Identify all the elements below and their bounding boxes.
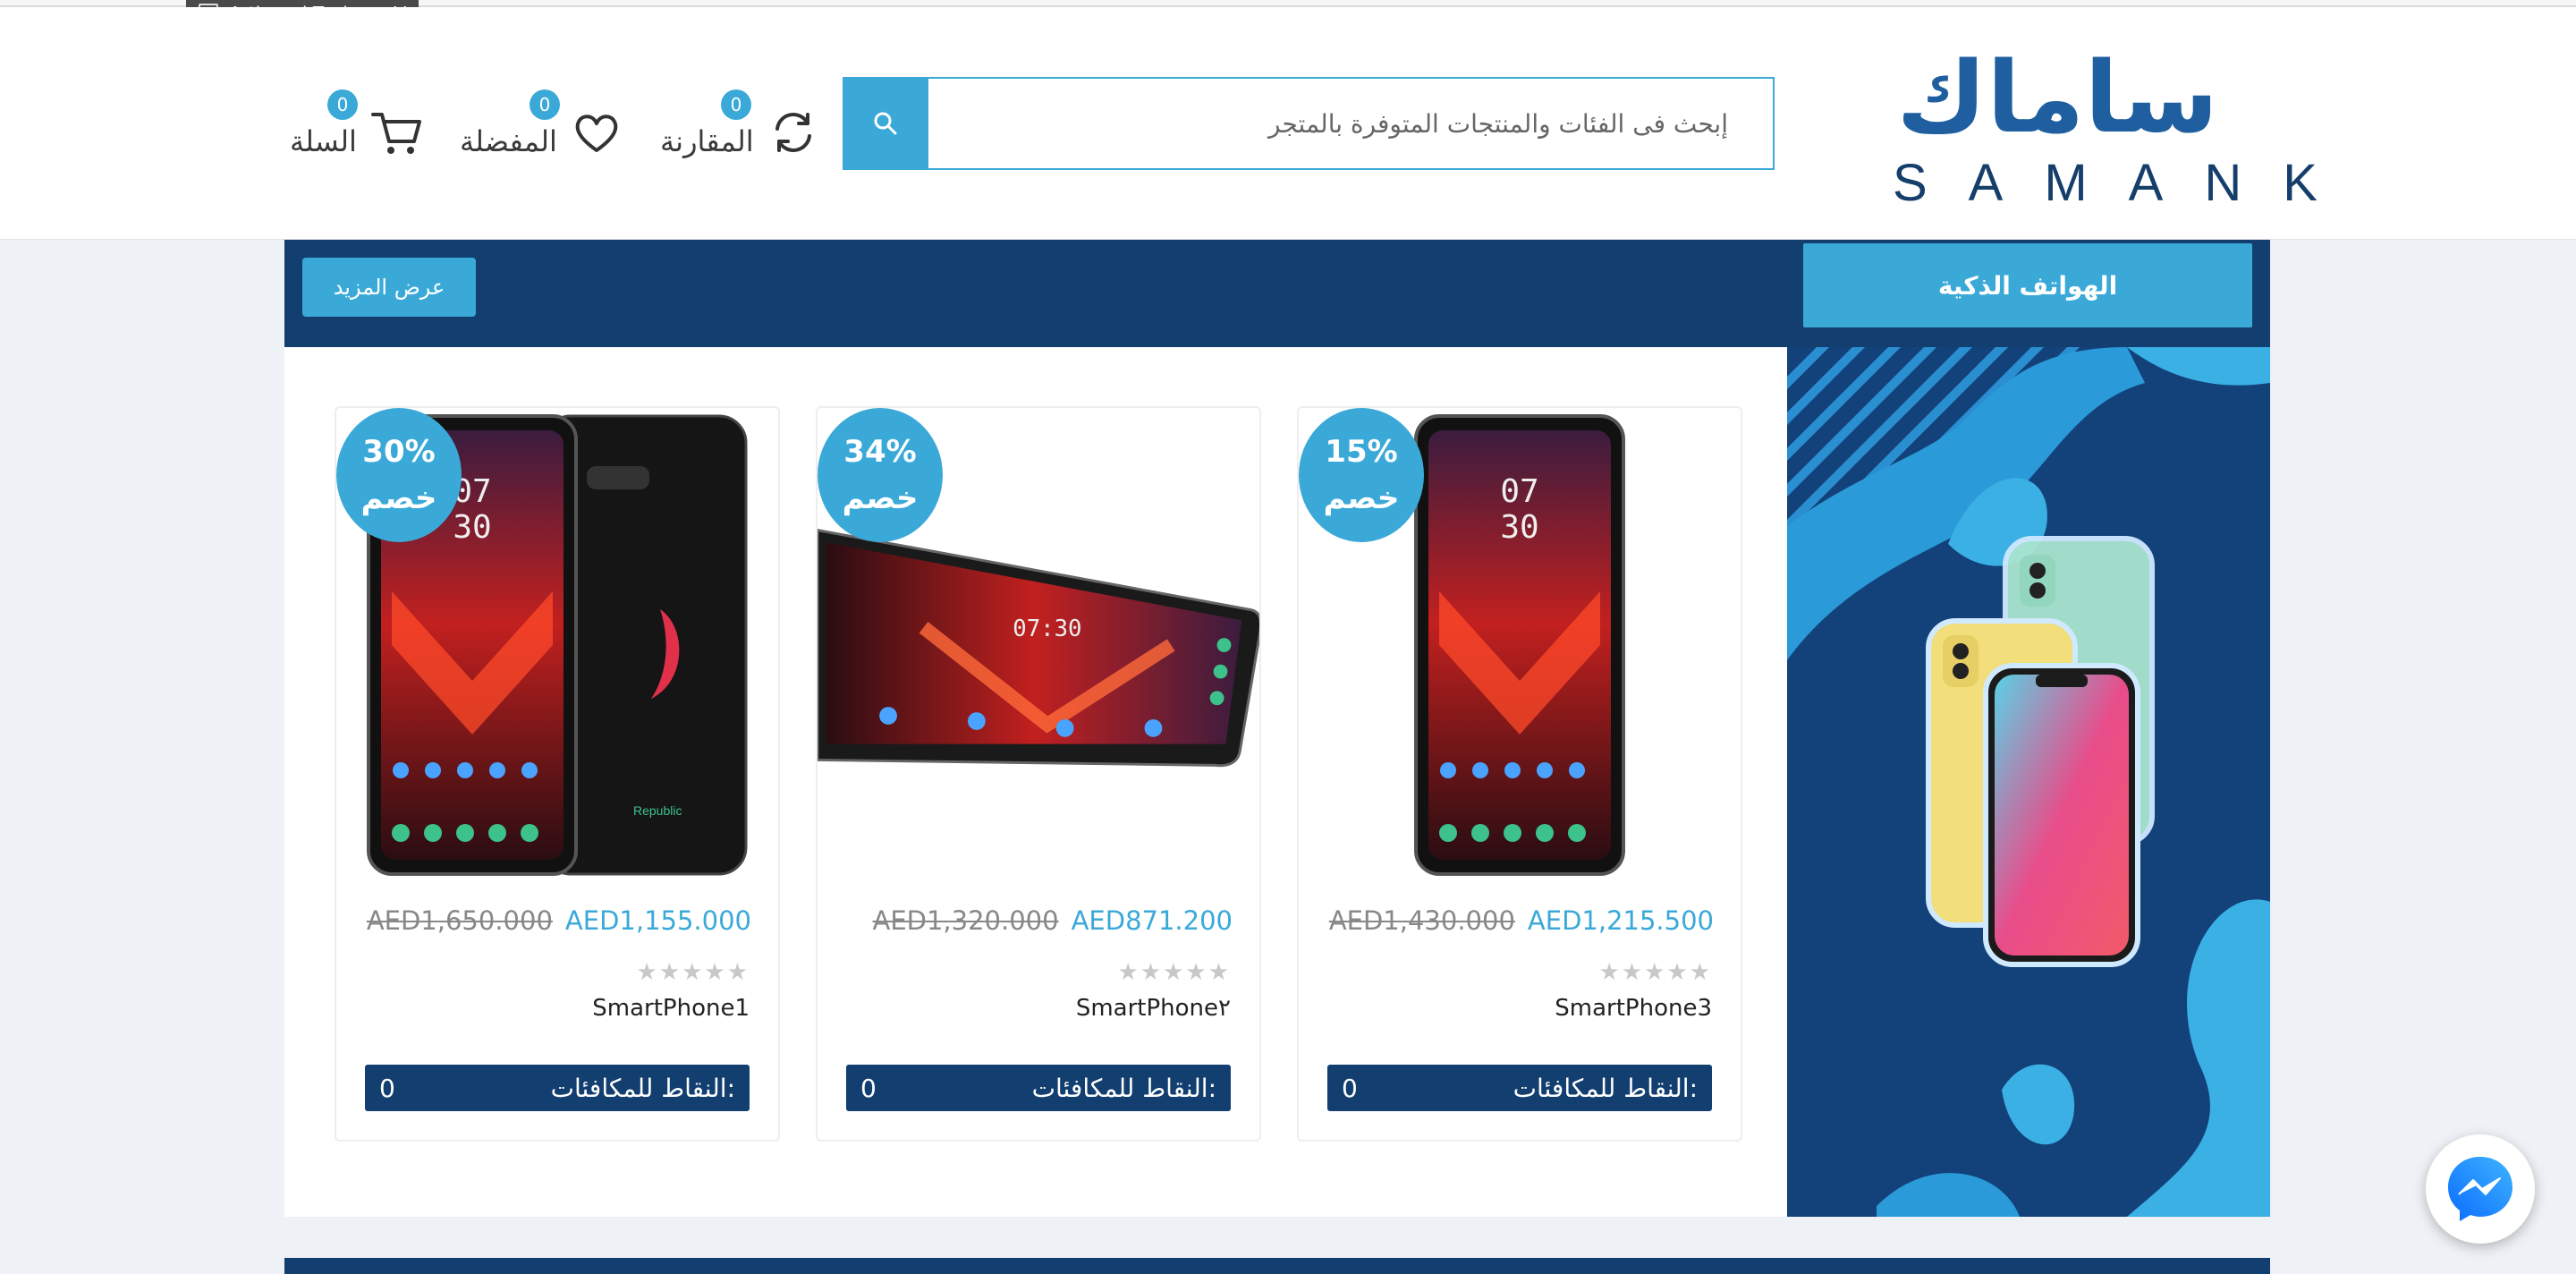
discount-percent: 34% bbox=[843, 434, 917, 470]
discount-badge: 34% خصم bbox=[818, 408, 943, 542]
product-name[interactable]: SmartPhone٢ bbox=[1076, 995, 1231, 1022]
points-value: 0 bbox=[379, 1073, 395, 1103]
search-bar bbox=[843, 77, 1775, 170]
brand-logo[interactable]: ساماك SAMANK bbox=[1852, 39, 2359, 218]
discount-percent: 30% bbox=[362, 434, 436, 470]
reward-points: 0 النقاط للمكافئات: bbox=[365, 1065, 750, 1111]
promo-banner-art bbox=[1787, 347, 2270, 1217]
rating-stars: ★★★★★ bbox=[636, 959, 750, 986]
discount-badge: 15% خصم bbox=[1299, 408, 1424, 542]
svg-text:30: 30 bbox=[453, 509, 491, 546]
product-card[interactable]: Republic 07 30 30% خصم AED1,650.000 AED1… bbox=[335, 406, 780, 1142]
price-row: AED1,650.000 AED1,155.000 bbox=[367, 905, 751, 936]
discount-word: خصم bbox=[842, 480, 919, 516]
phone-image: 07:30 bbox=[818, 529, 1259, 768]
price-row: AED1,320.000 AED871.200 bbox=[872, 905, 1233, 936]
old-price: AED1,430.000 bbox=[1328, 905, 1515, 936]
points-label: النقاط للمكافئات: bbox=[550, 1073, 735, 1103]
price-row: AED1,430.000 AED1,215.500 bbox=[1329, 905, 1714, 936]
product-card[interactable]: 07:30 34% خصم AED1,320.000 AED871.200 ★★… bbox=[816, 406, 1261, 1142]
category-tab-smartphones[interactable]: الهواتف الذكية bbox=[1803, 243, 2252, 327]
reward-points: 0 النقاط للمكافئات: bbox=[846, 1065, 1231, 1111]
points-label: النقاط للمكافئات: bbox=[1513, 1073, 1698, 1103]
discount-word: خصم bbox=[1323, 480, 1400, 516]
cart-icon bbox=[369, 106, 423, 159]
section-header-bar: الهواتف الذكية عرض المزيد bbox=[284, 240, 2270, 347]
new-price: AED1,155.000 bbox=[564, 905, 751, 936]
product-name[interactable]: SmartPhone3 bbox=[1555, 995, 1712, 1022]
products-section: الهواتف الذكية عرض المزيد 07 30 15% خصم … bbox=[284, 240, 2270, 1217]
heart-icon bbox=[570, 106, 623, 159]
promo-banner[interactable] bbox=[1787, 347, 2270, 1217]
product-name[interactable]: SmartPhone1 bbox=[592, 995, 750, 1022]
discount-word: خصم bbox=[360, 480, 437, 516]
svg-text:07: 07 bbox=[1500, 473, 1538, 510]
points-value: 0 bbox=[1342, 1073, 1358, 1103]
svg-text:Republic: Republic bbox=[633, 803, 682, 818]
messenger-chat-button[interactable] bbox=[2426, 1134, 2535, 1244]
search-input[interactable] bbox=[928, 77, 1775, 170]
rating-stars: ★★★★★ bbox=[1598, 959, 1712, 986]
rating-stars: ★★★★★ bbox=[1117, 959, 1231, 986]
new-price: AED1,215.500 bbox=[1527, 905, 1714, 936]
discount-badge: 30% خصم bbox=[336, 408, 462, 542]
reward-points: 0 النقاط للمكافئات: bbox=[1327, 1065, 1712, 1111]
brand-name-ar: ساماك bbox=[1896, 40, 2218, 155]
next-section-bar bbox=[284, 1258, 2270, 1274]
old-price: AED1,320.000 bbox=[872, 905, 1059, 936]
new-price: AED871.200 bbox=[1071, 905, 1233, 936]
site-header: ساماك SAMANK المقارنة 0 المفضلة bbox=[0, 7, 2576, 240]
messenger-icon bbox=[2448, 1157, 2512, 1221]
product-card[interactable]: 07 30 15% خصم AED1,430.000 AED1,215.500 … bbox=[1297, 406, 1742, 1142]
search-button[interactable] bbox=[843, 77, 928, 170]
brand-name-en: SAMANK bbox=[1893, 154, 2359, 212]
compare-icon bbox=[767, 106, 820, 159]
search-icon bbox=[874, 112, 897, 135]
favorites-count-badge: 0 bbox=[530, 89, 560, 120]
compare-count-badge: 0 bbox=[721, 89, 751, 120]
phone-image: 07 30 bbox=[1414, 414, 1625, 876]
points-label: النقاط للمكافئات: bbox=[1031, 1073, 1216, 1103]
svg-text:07:30: 07:30 bbox=[1013, 616, 1081, 642]
svg-text:30: 30 bbox=[1500, 509, 1538, 546]
points-value: 0 bbox=[860, 1073, 877, 1103]
old-price: AED1,650.000 bbox=[366, 905, 553, 936]
view-more-button[interactable]: عرض المزيد bbox=[302, 258, 476, 317]
cart-count-badge: 0 bbox=[327, 89, 358, 120]
discount-percent: 15% bbox=[1325, 434, 1398, 470]
